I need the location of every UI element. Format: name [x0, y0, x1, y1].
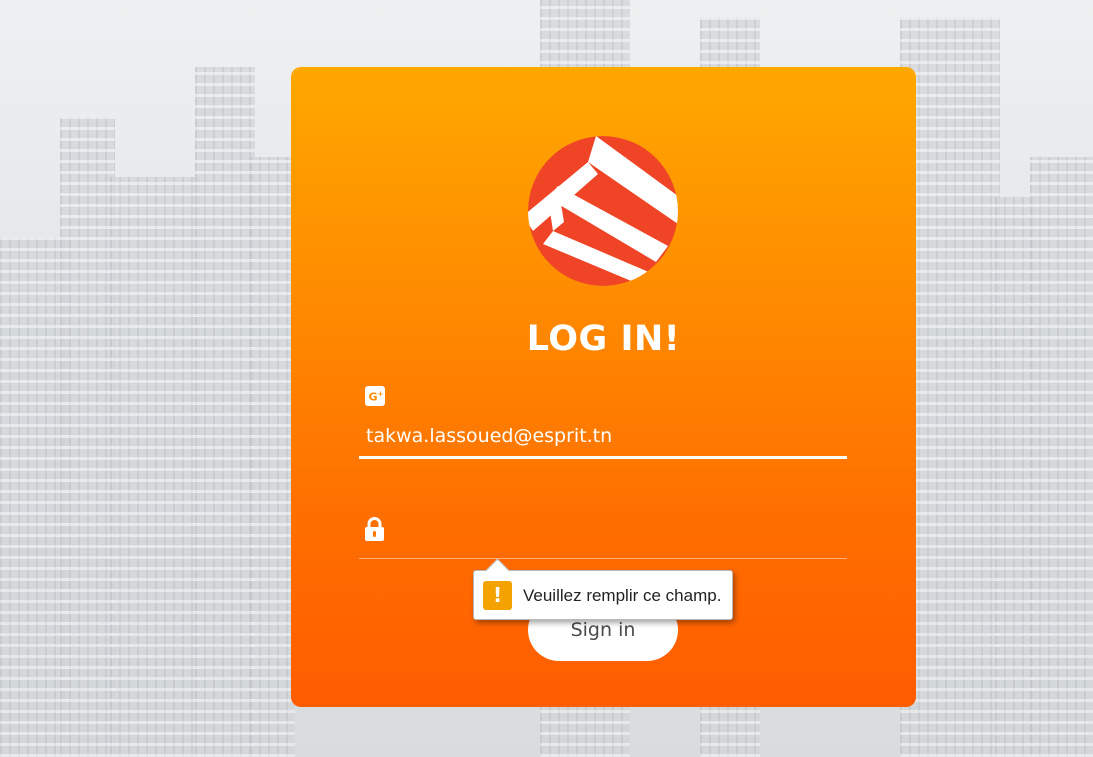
svg-text:G: G [369, 391, 378, 404]
google-plus-icon: G + [365, 386, 385, 406]
page-title: LOG IN! [526, 319, 681, 359]
validation-message: Veuillez remplir ce champ. [523, 586, 722, 605]
warning-icon: ! [483, 581, 512, 610]
svg-text:+: + [378, 390, 384, 398]
validation-tooltip: ! Veuillez remplir ce champ. [473, 558, 733, 620]
app-logo [528, 136, 678, 286]
password-field[interactable] [359, 512, 847, 559]
email-field[interactable] [359, 415, 847, 459]
